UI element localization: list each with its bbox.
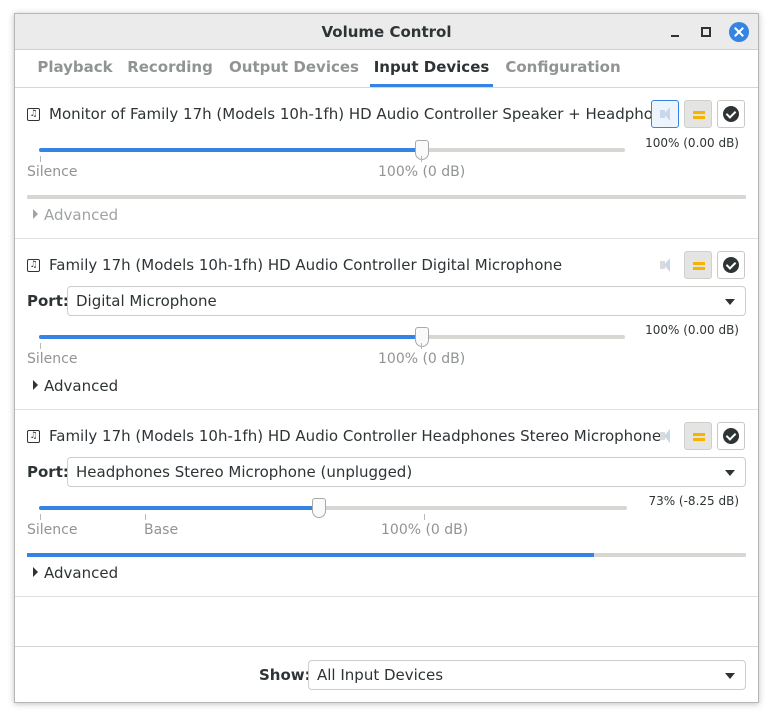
- port-value: Digital Microphone: [76, 292, 217, 310]
- scale-silence-label: Silence: [27, 522, 78, 538]
- window-title: Volume Control: [321, 23, 452, 41]
- lock-channels-button[interactable]: [684, 100, 712, 128]
- device-name: Family 17h (Models 10h-1fh) HD Audio Con…: [49, 256, 563, 274]
- maximize-button[interactable]: [696, 22, 716, 42]
- port-label: Port:: [27, 463, 69, 481]
- port-value: Headphones Stereo Microphone (unplugged): [76, 463, 413, 481]
- volume-slider[interactable]: [39, 148, 625, 152]
- set-default-button[interactable]: [717, 251, 745, 279]
- checkmark-icon: [723, 257, 739, 273]
- advanced-expander[interactable]: Advanced: [33, 206, 118, 224]
- volume-readout: 100% (0.00 dB): [645, 136, 739, 150]
- level-meter: [27, 553, 746, 557]
- close-button[interactable]: [729, 22, 749, 42]
- device-digital-microphone: ♫ Family 17h (Models 10h-1fh) HD Audio C…: [15, 239, 758, 410]
- lock-channels-button[interactable]: [684, 422, 712, 450]
- tab-bar: Playback Recording Output Devices Input …: [15, 50, 758, 88]
- footer-bar: Show: All Input Devices: [15, 646, 758, 704]
- level-meter-fill: [27, 553, 594, 557]
- mute-toggle-button[interactable]: [651, 100, 679, 128]
- tab-recording[interactable]: Recording: [125, 50, 215, 87]
- volume-slider-handle[interactable]: [415, 140, 429, 160]
- audio-device-icon: ♫: [27, 108, 40, 121]
- dropdown-arrow-icon: [725, 299, 735, 305]
- volume-slider-handle[interactable]: [312, 498, 326, 518]
- device-headphones-microphone: ♫ Family 17h (Models 10h-1fh) HD Audio C…: [15, 410, 758, 597]
- expander-arrow-icon: [33, 380, 38, 390]
- audio-device-icon: ♫: [27, 430, 40, 443]
- device-name: Monitor of Family 17h (Models 10h-1fh) H…: [49, 105, 680, 123]
- lock-icon: [693, 111, 705, 114]
- checkmark-icon: [723, 106, 739, 122]
- volume-slider-fill: [39, 506, 320, 510]
- level-meter: [27, 195, 746, 199]
- volume-slider-fill: [39, 335, 422, 339]
- port-label: Port:: [27, 292, 69, 310]
- speaker-icon: [660, 258, 670, 272]
- show-label: Show:: [259, 666, 311, 684]
- volume-slider[interactable]: [39, 335, 625, 339]
- title-bar: Volume Control: [15, 14, 758, 50]
- tab-output-devices[interactable]: Output Devices: [229, 50, 359, 87]
- lock-icon: [693, 433, 705, 436]
- lock-icon: [693, 262, 705, 265]
- scale-100-label: 100% (0 dB): [378, 351, 466, 367]
- volume-readout: 100% (0.00 dB): [645, 323, 739, 337]
- volume-slider-handle[interactable]: [415, 327, 429, 347]
- scale-silence-label: Silence: [27, 351, 78, 367]
- scale-silence-label: Silence: [27, 164, 78, 180]
- show-filter-value: All Input Devices: [317, 666, 444, 684]
- dropdown-arrow-icon: [725, 470, 735, 476]
- volume-slider[interactable]: [39, 506, 627, 510]
- set-default-button[interactable]: [717, 422, 745, 450]
- port-dropdown[interactable]: Digital Microphone: [67, 286, 746, 316]
- speaker-icon: [660, 429, 670, 443]
- device-name: Family 17h (Models 10h-1fh) HD Audio Con…: [49, 427, 662, 445]
- advanced-expander[interactable]: Advanced: [33, 564, 118, 582]
- expander-arrow-icon: [33, 567, 38, 577]
- set-default-button[interactable]: [717, 100, 745, 128]
- scale-100-label: 100% (0 dB): [381, 522, 469, 538]
- dropdown-arrow-icon: [725, 673, 735, 679]
- minimize-button[interactable]: [665, 22, 685, 42]
- volume-slider-fill: [39, 148, 422, 152]
- tab-input-devices[interactable]: Input Devices: [370, 50, 493, 87]
- advanced-expander[interactable]: Advanced: [33, 377, 118, 395]
- mute-toggle-button[interactable]: [651, 422, 679, 450]
- volume-readout: 73% (-8.25 dB): [648, 494, 739, 508]
- volume-control-window: Volume Control Playback Recording Output…: [14, 13, 759, 703]
- tab-configuration[interactable]: Configuration: [505, 50, 621, 87]
- device-monitor-speaker: ♫ Monitor of Family 17h (Models 10h-1fh)…: [15, 88, 758, 239]
- tab-playback[interactable]: Playback: [23, 50, 127, 87]
- audio-device-icon: ♫: [27, 259, 40, 272]
- scale-base-label: Base: [144, 522, 179, 538]
- scale-100-label: 100% (0 dB): [378, 164, 466, 180]
- speaker-icon: [660, 107, 670, 121]
- expander-arrow-icon: [33, 209, 38, 219]
- port-dropdown[interactable]: Headphones Stereo Microphone (unplugged): [67, 457, 746, 487]
- mute-toggle-button[interactable]: [651, 251, 679, 279]
- lock-channels-button[interactable]: [684, 251, 712, 279]
- checkmark-icon: [723, 428, 739, 444]
- show-filter-dropdown[interactable]: All Input Devices: [308, 660, 746, 690]
